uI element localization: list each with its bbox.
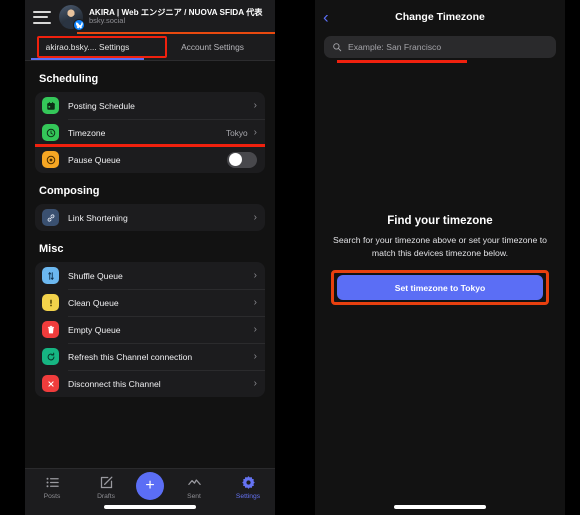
avatar[interactable] bbox=[59, 5, 85, 31]
right-phone-panel: ‹ Change Timezone Example: San Francisco… bbox=[315, 0, 565, 515]
calendar-icon bbox=[42, 97, 59, 114]
chevron-right-icon: › bbox=[253, 350, 257, 362]
row-label: Clean Queue bbox=[68, 297, 119, 308]
row-pause-queue[interactable]: Pause Queue bbox=[35, 146, 265, 173]
nav-item-settings[interactable]: Settings bbox=[224, 474, 272, 500]
trash-icon bbox=[42, 321, 59, 338]
compose-icon bbox=[99, 474, 114, 490]
row-label: Shuffle Queue bbox=[68, 270, 123, 281]
search-area: Example: San Francisco bbox=[315, 34, 565, 63]
highlight-line-timezone bbox=[35, 144, 265, 147]
warning-icon bbox=[42, 294, 59, 311]
shuffle-icon bbox=[42, 267, 59, 284]
settings-content: Scheduling Posting Schedule › Timezone T… bbox=[25, 61, 275, 476]
tab-active-indicator bbox=[31, 58, 144, 60]
row-label: Timezone bbox=[68, 127, 106, 138]
nav-label: Posts bbox=[43, 493, 61, 500]
section-title-scheduling: Scheduling bbox=[39, 73, 99, 85]
nav-label: Settings bbox=[235, 493, 261, 500]
clock-icon bbox=[42, 124, 59, 141]
gear-icon bbox=[241, 474, 256, 490]
row-clean-queue[interactable]: Clean Queue › bbox=[35, 289, 265, 316]
bluesky-butterfly-icon bbox=[73, 19, 85, 31]
nav-item-drafts[interactable]: Drafts bbox=[82, 474, 130, 500]
home-indicator bbox=[104, 505, 196, 509]
set-timezone-button[interactable]: Set timezone to Tokyo bbox=[337, 275, 543, 301]
screenshot-stage: AKIRA | Web エンジニア / NUOVA SFIDA 代表 bsky.… bbox=[0, 0, 580, 515]
section-card-composing: Link Shortening › bbox=[35, 204, 265, 231]
set-timezone-area: Set timezone to Tokyo bbox=[331, 270, 549, 306]
chevron-right-icon: › bbox=[253, 269, 257, 281]
app-header: AKIRA | Web エンジニア / NUOVA SFIDA 代表 bsky.… bbox=[25, 0, 275, 34]
empty-state: Find your timezone Search for your timez… bbox=[315, 215, 565, 306]
search-placeholder: Example: San Francisco bbox=[348, 42, 442, 52]
refresh-icon bbox=[42, 348, 59, 365]
tab-channel-settings[interactable]: akirao.bsky.... Settings bbox=[25, 34, 150, 60]
list-icon bbox=[45, 474, 60, 490]
chevron-right-icon: › bbox=[253, 211, 257, 223]
compose-fab-button[interactable]: + bbox=[136, 472, 164, 500]
left-phone-panel: AKIRA | Web エンジニア / NUOVA SFIDA 代表 bsky.… bbox=[25, 0, 275, 515]
section-title-misc: Misc bbox=[39, 243, 64, 255]
settings-tabs: akirao.bsky.... Settings Account Setting… bbox=[25, 34, 275, 61]
row-posting-schedule[interactable]: Posting Schedule › bbox=[35, 92, 265, 119]
empty-state-description: Search for your timezone above or set yo… bbox=[333, 235, 547, 258]
row-label: Pause Queue bbox=[68, 154, 121, 165]
section-card-misc: Shuffle Queue › Clean Queue › Empty Queu… bbox=[35, 262, 265, 397]
home-indicator bbox=[394, 505, 486, 509]
pause-queue-toggle[interactable] bbox=[227, 151, 257, 168]
nav-item-posts[interactable]: Posts bbox=[28, 474, 76, 500]
row-link-shortening[interactable]: Link Shortening › bbox=[35, 204, 265, 231]
search-icon bbox=[333, 43, 342, 52]
timezone-search-input[interactable]: Example: San Francisco bbox=[324, 36, 556, 58]
chevron-right-icon: › bbox=[253, 296, 257, 308]
chevron-left-icon[interactable]: ‹ bbox=[323, 9, 329, 26]
chevron-right-icon: › bbox=[253, 323, 257, 335]
row-timezone[interactable]: Timezone Tokyo › bbox=[35, 119, 265, 146]
empty-state-title: Find your timezone bbox=[387, 215, 493, 227]
row-label: Disconnect this Channel bbox=[68, 378, 161, 389]
row-disconnect-channel[interactable]: Disconnect this Channel › bbox=[35, 370, 265, 397]
highlight-line-search bbox=[337, 60, 467, 63]
nav-label: Sent bbox=[187, 493, 201, 500]
close-x-icon bbox=[42, 375, 59, 392]
row-label: Posting Schedule bbox=[68, 100, 135, 111]
page-title: Change Timezone bbox=[395, 11, 485, 23]
row-label: Link Shortening bbox=[68, 212, 128, 223]
section-title-composing: Composing bbox=[39, 185, 100, 197]
row-label: Refresh this Channel connection bbox=[68, 351, 193, 362]
hamburger-icon[interactable] bbox=[33, 10, 51, 24]
row-refresh-channel[interactable]: Refresh this Channel connection › bbox=[35, 343, 265, 370]
account-handle: bsky.social bbox=[89, 16, 126, 26]
nav-item-sent[interactable]: Sent bbox=[170, 474, 218, 500]
account-info: AKIRA | Web エンジニア / NUOVA SFIDA 代表 bsky.… bbox=[89, 8, 267, 26]
timezone-header: ‹ Change Timezone bbox=[315, 0, 565, 34]
pause-circle-icon bbox=[42, 151, 59, 168]
nav-label: Drafts bbox=[97, 493, 115, 500]
tab-account-settings[interactable]: Account Settings bbox=[150, 34, 275, 60]
row-label: Empty Queue bbox=[68, 324, 121, 335]
row-shuffle-queue[interactable]: Shuffle Queue › bbox=[35, 262, 265, 289]
toggle-knob bbox=[228, 153, 242, 166]
chart-line-icon bbox=[187, 474, 202, 490]
chevron-right-icon: › bbox=[253, 99, 257, 111]
section-card-scheduling: Posting Schedule › Timezone Tokyo › Paus… bbox=[35, 92, 265, 173]
row-value-timezone: Tokyo bbox=[225, 127, 248, 138]
link-icon bbox=[42, 209, 59, 226]
chevron-right-icon: › bbox=[253, 126, 257, 138]
chevron-right-icon: › bbox=[253, 377, 257, 389]
row-empty-queue[interactable]: Empty Queue › bbox=[35, 316, 265, 343]
